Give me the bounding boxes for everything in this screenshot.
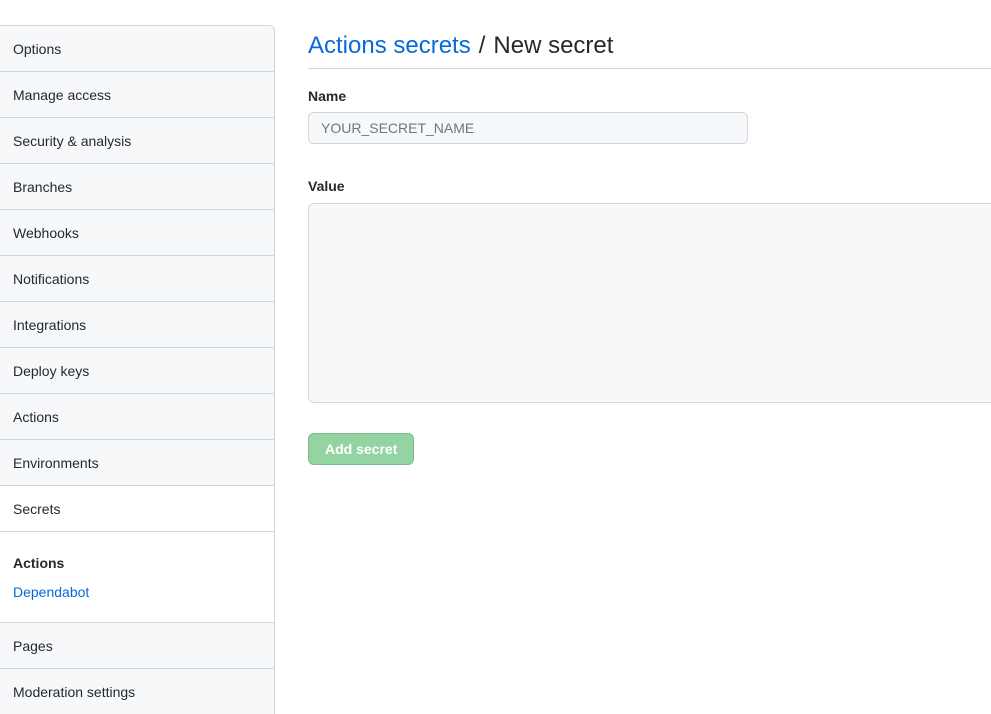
main-content: Actions secrets / New secret Name Value … bbox=[308, 0, 991, 465]
sidebar-item-deploy-keys[interactable]: Deploy keys bbox=[0, 348, 274, 394]
sidebar-item-security-analysis[interactable]: Security & analysis bbox=[0, 118, 274, 164]
sidebar-item-environments[interactable]: Environments bbox=[0, 440, 274, 486]
sidebar-item-label: Moderation settings bbox=[13, 683, 136, 700]
name-label: Name bbox=[308, 88, 347, 104]
sidebar-item-label: Environments bbox=[13, 454, 99, 471]
page-header: Actions secrets / New secret bbox=[308, 0, 991, 69]
sidebar-item-options[interactable]: Options bbox=[0, 26, 274, 72]
subnav-link-dependabot[interactable]: Dependabot bbox=[13, 583, 274, 601]
sidebar-item-label: Deploy keys bbox=[13, 362, 90, 379]
sidebar-item-moderation-settings[interactable]: Moderation settings bbox=[0, 669, 274, 714]
page-title: New secret bbox=[493, 32, 614, 59]
breadcrumb-actions-secrets-link[interactable]: Actions secrets bbox=[308, 31, 471, 61]
new-secret-form: Name Value Add secret bbox=[308, 87, 991, 465]
sidebar-item-label: Secrets bbox=[13, 500, 61, 517]
subnav-heading-actions[interactable]: Actions bbox=[13, 554, 274, 572]
sidebar-item-label: Manage access bbox=[13, 86, 112, 103]
sidebar-item-label: Notifications bbox=[13, 270, 90, 287]
sidebar-item-notifications[interactable]: Notifications bbox=[0, 256, 274, 302]
sidebar-item-actions[interactable]: Actions bbox=[0, 394, 274, 440]
sidebar-item-secrets[interactable]: Secrets bbox=[0, 486, 274, 532]
breadcrumb-separator: / bbox=[478, 32, 486, 59]
sidebar-item-branches[interactable]: Branches bbox=[0, 164, 274, 210]
sidebar-item-label: Security & analysis bbox=[13, 132, 132, 149]
page: Options Manage access Security & analysi… bbox=[0, 0, 991, 714]
sidebar-item-label: Integrations bbox=[13, 316, 87, 333]
sidebar-item-integrations[interactable]: Integrations bbox=[0, 302, 274, 348]
settings-sidebar: Options Manage access Security & analysi… bbox=[0, 25, 275, 714]
value-label: Value bbox=[308, 178, 345, 194]
sidebar-item-label: Pages bbox=[13, 637, 53, 654]
sidebar-item-label: Branches bbox=[13, 178, 73, 195]
sidebar-item-label: Actions bbox=[13, 408, 59, 425]
sidebar-item-manage-access[interactable]: Manage access bbox=[0, 72, 274, 118]
sidebar-item-webhooks[interactable]: Webhooks bbox=[0, 210, 274, 256]
secrets-subnav: Actions Dependabot bbox=[0, 532, 274, 623]
secret-value-textarea[interactable] bbox=[308, 203, 991, 403]
sidebar-item-pages[interactable]: Pages bbox=[0, 623, 274, 669]
secret-name-input[interactable] bbox=[308, 112, 748, 144]
sidebar-item-label: Options bbox=[13, 40, 62, 57]
add-secret-button[interactable]: Add secret bbox=[308, 433, 415, 465]
sidebar-item-label: Webhooks bbox=[13, 224, 79, 241]
